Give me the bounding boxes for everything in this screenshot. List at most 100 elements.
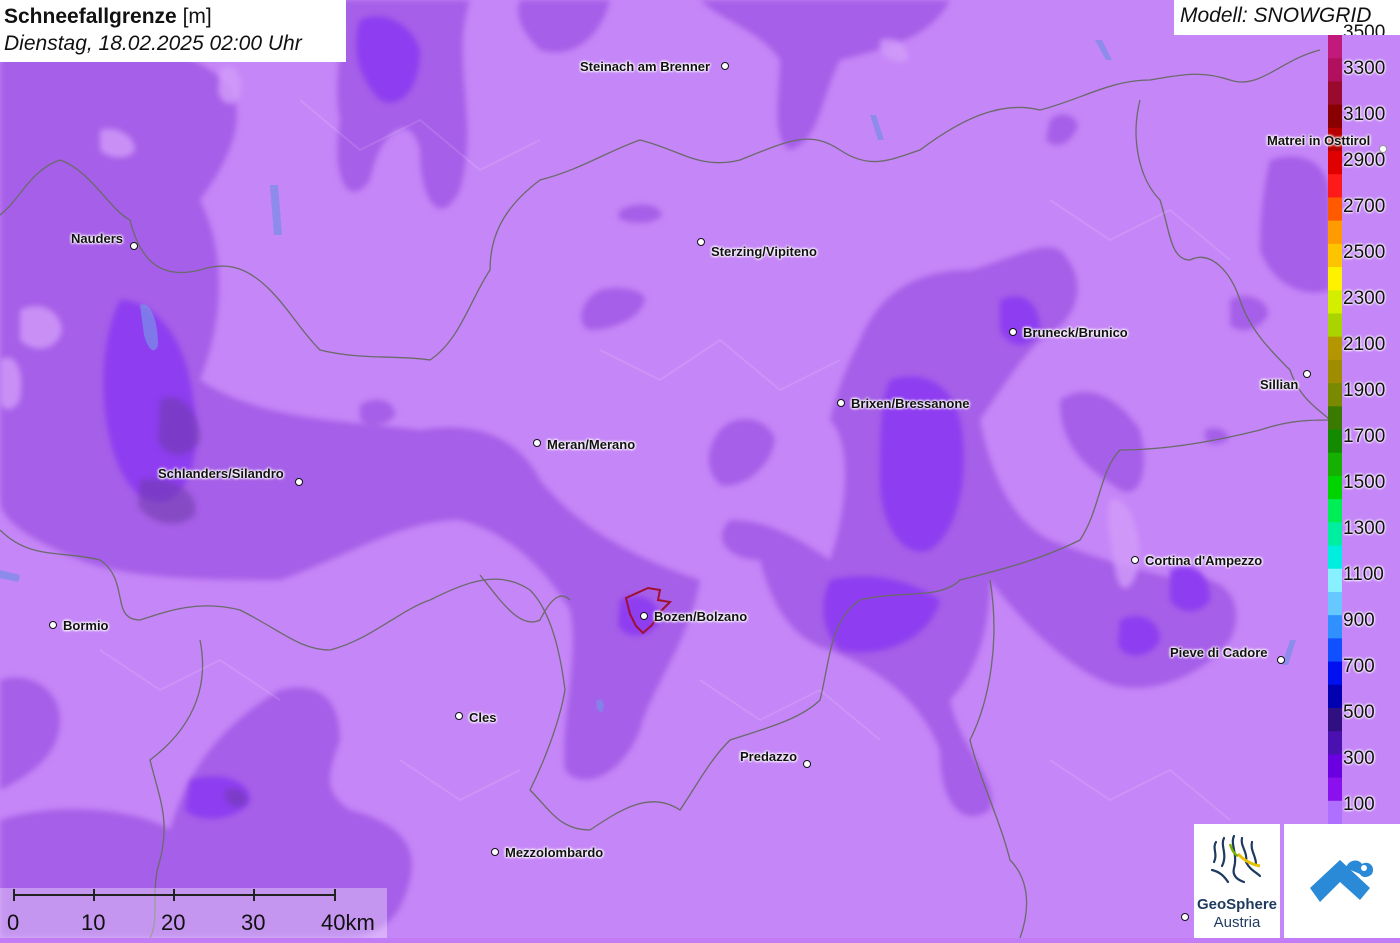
city-label[interactable]: Cortina d'Ampezzo: [1145, 554, 1262, 568]
legend-label: 900: [1343, 610, 1375, 631]
parameter-name: Schneefallgrenze: [4, 5, 177, 28]
city-marker: [697, 238, 705, 246]
geosphere-logo[interactable]: GeoSphere Austria: [1194, 824, 1280, 938]
legend-swatch: [1328, 661, 1342, 686]
snowgrid-icon: [1310, 860, 1374, 902]
city-label[interactable]: Sterzing/Vipiteno: [711, 245, 817, 259]
city-marker: [837, 399, 845, 407]
city-marker: [1277, 656, 1285, 664]
legend-swatch: [1328, 359, 1342, 384]
legend-swatch: [1328, 452, 1342, 477]
geosphere-icon: [1210, 834, 1262, 884]
scale-label: 30: [241, 910, 266, 935]
legend-swatch: [1328, 243, 1342, 268]
legend-swatch: [1328, 197, 1342, 222]
legend-swatch: [1328, 800, 1342, 824]
scale-label: 40km: [321, 910, 375, 935]
austria-text: Austria: [1213, 914, 1261, 931]
legend-swatch: [1328, 777, 1342, 802]
legend-swatch: [1328, 81, 1342, 106]
legend-swatch: [1328, 615, 1342, 639]
city-label[interactable]: Bruneck/Brunico: [1023, 326, 1128, 340]
legend-label: 700: [1343, 656, 1375, 677]
legend-swatch: [1328, 522, 1342, 547]
legend-swatch: [1328, 475, 1342, 500]
city-label[interactable]: Bozen/Bolzano: [654, 610, 747, 624]
parameter-title: Schneefallgrenze [m]: [4, 4, 346, 30]
legend-swatch: [1328, 638, 1342, 663]
legend-swatch: [1328, 313, 1342, 338]
city-label[interactable]: Bormio: [63, 619, 109, 633]
legend-label: 2500: [1343, 242, 1386, 263]
city-label[interactable]: Sillian: [1260, 378, 1298, 392]
map-title: Schneefallgrenze [m] Dienstag, 18.02.202…: [0, 0, 346, 62]
legend-label: 100: [1343, 794, 1375, 815]
scale-bar: 0 10 20 30 40km: [0, 888, 387, 938]
legend-swatch: [1328, 406, 1342, 430]
city-label[interactable]: Steinach am Brenner: [580, 60, 710, 74]
city-label[interactable]: Meran/Merano: [547, 438, 635, 452]
legend-label: 3300: [1343, 58, 1386, 79]
city-label[interactable]: Nauders: [71, 232, 123, 246]
legend-label-top: 3500: [1343, 23, 1386, 35]
city-marker: [1181, 913, 1189, 921]
city-marker: [803, 760, 811, 768]
legend-swatch: [1328, 383, 1342, 407]
scale-label: 20: [161, 910, 186, 935]
scale-label: 10: [81, 910, 106, 935]
city-marker: [721, 62, 729, 70]
legend-swatch: [1328, 220, 1342, 245]
snowgrid-logo[interactable]: [1284, 824, 1400, 938]
legend-swatch: [1328, 104, 1342, 129]
city-marker: [1009, 328, 1017, 336]
legend-swatch: [1328, 290, 1342, 314]
city-marker: [1131, 556, 1139, 564]
city-label[interactable]: Predazzo: [740, 750, 797, 764]
city-marker: [295, 478, 303, 486]
legend-label: 300: [1343, 748, 1375, 769]
legend-label: 2900: [1343, 150, 1386, 171]
legend-colorbar: [1328, 35, 1342, 824]
legend-swatch: [1328, 754, 1342, 779]
legend-swatch: [1328, 151, 1342, 175]
legend-label: 1300: [1343, 518, 1386, 539]
legend-swatch: [1328, 591, 1342, 616]
city-label[interactable]: Mezzolombardo: [505, 846, 603, 860]
city-marker: [455, 712, 463, 720]
legend-label: 500: [1343, 702, 1375, 723]
city-marker: [49, 621, 57, 629]
legend-swatch: [1328, 731, 1342, 755]
legend-label: 2300: [1343, 288, 1386, 309]
city-label[interactable]: Brixen/Bressanone: [851, 397, 970, 411]
legend-label: 1500: [1343, 472, 1386, 493]
forecast-datetime: Dienstag, 18.02.2025 02:00 Uhr: [4, 32, 302, 55]
legend-label: 2700: [1343, 196, 1386, 217]
city-label[interactable]: Pieve di Cadore: [1170, 646, 1268, 660]
legend-swatch: [1328, 58, 1342, 82]
city-marker: [1379, 145, 1387, 153]
city-marker: [1303, 370, 1311, 378]
city-marker: [640, 612, 648, 620]
city-label[interactable]: Cles: [469, 711, 496, 725]
color-legend: 3500 3300 3100 2900 2700 2500 2300 2100 1900 170…: [1328, 23, 1400, 824]
legend-label: 1900: [1343, 380, 1386, 401]
legend-swatch: [1328, 429, 1342, 454]
geosphere-text: GeoSphere: [1196, 896, 1278, 913]
legend-swatch: [1328, 499, 1342, 523]
city-marker: [491, 848, 499, 856]
legend-swatch: [1328, 35, 1342, 59]
legend-label: 1700: [1343, 426, 1386, 447]
city-label[interactable]: Schlanders/Silandro: [158, 467, 284, 481]
legend-swatch: [1328, 545, 1342, 570]
city-marker: [533, 439, 541, 447]
parameter-unit: [m]: [182, 5, 212, 28]
city-label[interactable]: Matrei in Osttirol: [1267, 134, 1370, 148]
legend-swatch: [1328, 684, 1342, 709]
scale-label: 0: [7, 910, 20, 935]
legend-label: 2100: [1343, 334, 1386, 355]
legend-swatch: [1328, 568, 1342, 593]
legend-swatch: [1328, 267, 1342, 291]
legend-swatch: [1328, 336, 1342, 361]
legend-swatch: [1328, 707, 1342, 732]
legend-label: 1100: [1343, 564, 1384, 585]
